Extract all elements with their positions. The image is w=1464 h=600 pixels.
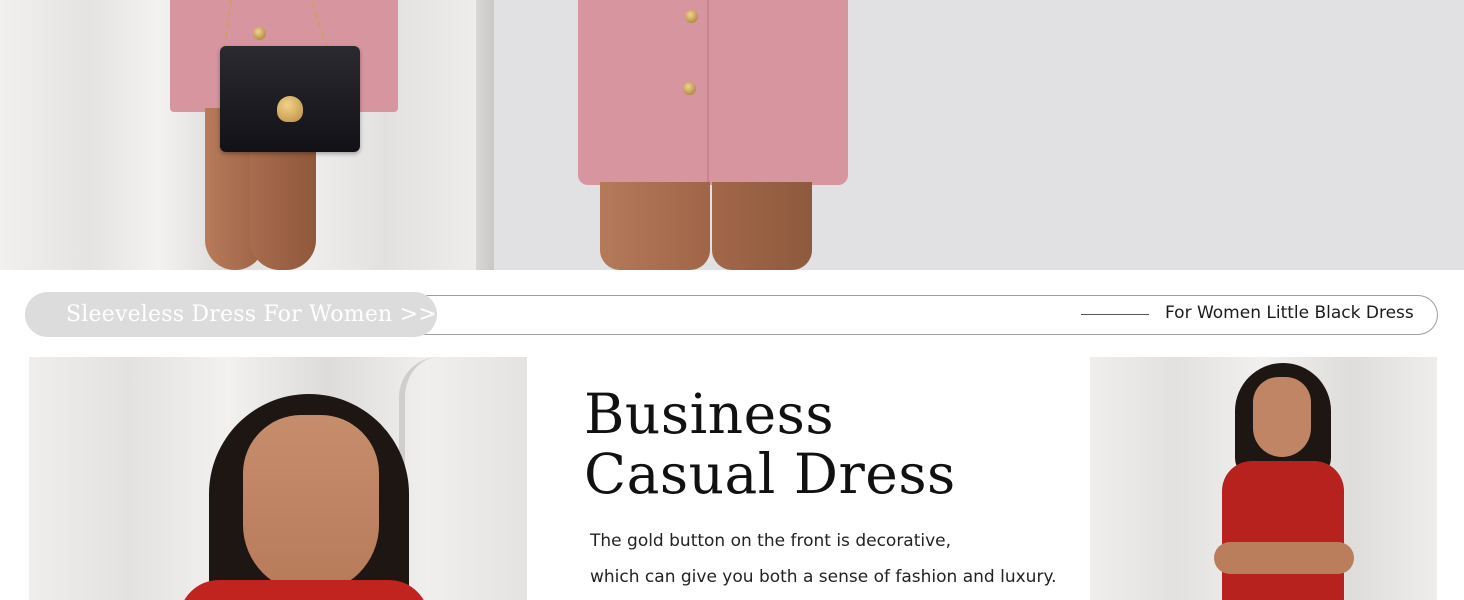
gold-button-icon — [685, 10, 698, 23]
model-full-photo — [1090, 357, 1437, 600]
crossed-arms — [1214, 542, 1354, 574]
model-face — [1253, 377, 1311, 457]
description-line-2: which can give you both a sense of fashi… — [590, 567, 1057, 587]
skirt-seam — [707, 0, 709, 185]
pink-skirt-right — [578, 0, 848, 185]
description-line-1: The gold button on the front is decorati… — [590, 531, 952, 551]
model-leg — [600, 182, 710, 270]
red-dress — [1222, 461, 1344, 600]
headline-line-2: Casual Dress — [584, 442, 956, 506]
gold-button-icon — [683, 82, 696, 95]
headline-line-1: Business — [584, 382, 835, 446]
little-black-dress-link[interactable]: For Women Little Black Dress — [1165, 303, 1414, 323]
model-face — [243, 415, 379, 593]
curtain-edge — [476, 0, 494, 270]
sleeveless-dress-link[interactable]: Sleeveless Dress For Women >> — [25, 292, 437, 337]
mirror-frame — [399, 357, 469, 600]
gold-clasp-icon — [277, 96, 303, 122]
model-portrait-photo — [29, 357, 527, 600]
gold-button-icon — [253, 27, 266, 40]
nav-divider-line — [1081, 314, 1149, 315]
red-dress — [179, 580, 429, 600]
section-headline: Business Casual Dress — [584, 384, 956, 504]
model-leg — [712, 182, 812, 270]
top-banner — [0, 0, 1464, 270]
